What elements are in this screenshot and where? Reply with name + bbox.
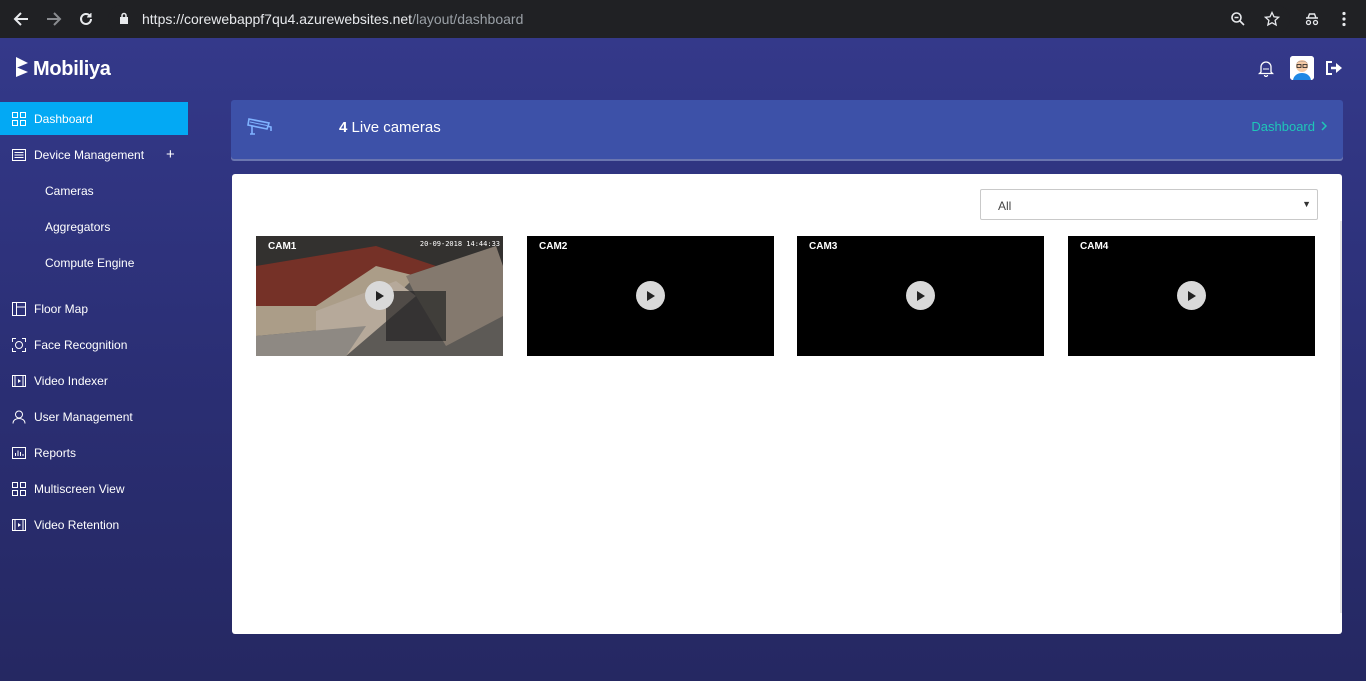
camera-label: CAM4 [1080,241,1109,252]
sidebar-item-user-management[interactable]: User Management [0,400,188,433]
bookmark-star-icon[interactable] [1261,8,1283,30]
sidebar: Dashboard Device Management + Cameras Ag… [0,102,188,544]
scrollbar[interactable] [1340,221,1342,613]
sidebar-item-label: Multiscreen View [34,481,125,496]
sidebar-subitem-aggregators[interactable]: Aggregators [0,210,188,243]
sidebar-item-label: Device Management [34,147,145,162]
sidebar-item-face-recognition[interactable]: Face Recognition [0,328,188,361]
avatar[interactable] [1290,56,1314,80]
sidebar-item-device-management[interactable]: Device Management + [0,138,188,171]
expand-plus-icon[interactable]: + [166,146,175,163]
lock-icon [119,12,129,30]
camera-tile-cam2[interactable]: CAM2 [527,236,774,356]
sidebar-item-floor-map[interactable]: Floor Map [0,292,188,325]
sidebar-subitem-cameras[interactable]: Cameras [0,174,188,207]
sidebar-item-video-indexer[interactable]: Video Indexer [0,364,188,397]
url-text: https://corewebappf7qu4.azurewebsites.ne… [142,11,524,27]
forward-icon[interactable] [43,8,65,30]
app-shell: Mobiliya Dashboard Device Management + C… [0,38,1366,681]
play-icon[interactable] [635,281,665,310]
sidebar-item-multiscreen-view[interactable]: Multiscreen View [0,472,188,505]
bell-icon[interactable] [1254,56,1278,80]
brand-logo[interactable]: Mobiliya [15,56,111,83]
play-icon[interactable] [364,281,394,310]
timestamp: 20-09-2018 14:44:33 [419,240,500,248]
incognito-icon[interactable] [1301,8,1323,30]
camera-tile-cam1[interactable]: 20-09-2018 14:44:33 CAM1 [256,236,503,356]
camera-tile-cam4[interactable]: CAM4 [1068,236,1315,356]
sidebar-subitem-compute-engine[interactable]: Compute Engine [0,246,188,279]
camera-label: CAM3 [809,241,838,252]
security-camera-icon [247,116,275,143]
face-scan-icon [11,337,27,353]
sidebar-item-dashboard[interactable]: Dashboard [0,102,188,135]
play-icon[interactable] [1176,281,1206,310]
sidebar-item-label: Floor Map [34,301,89,316]
camera-label: CAM2 [539,241,568,252]
dropdown-arrow-icon: ▼ [1302,199,1311,209]
sidebar-item-reports[interactable]: Reports [0,436,188,469]
bar-chart-icon [11,445,27,461]
live-cameras-banner: 4 Live cameras Dashboard [231,100,1343,159]
play-icon[interactable] [905,281,935,310]
breadcrumb[interactable]: Dashboard [1251,119,1328,134]
camera-tile-cam3[interactable]: CAM3 [797,236,1044,356]
camera-grid-panel: All ▼ 20-09-2018 14:44:33 CAM1 CAM2 CAM3… [232,174,1342,634]
back-icon[interactable] [10,8,32,30]
user-icon [11,409,27,425]
menu-dots-icon[interactable] [1333,8,1355,30]
zoom-icon[interactable] [1227,8,1249,30]
camera-filter-select[interactable]: All ▼ [980,189,1318,220]
live-camera-count: 4 Live cameras [339,119,441,136]
film-icon [11,373,27,389]
logo-mark-icon [15,56,29,83]
logout-icon[interactable] [1322,56,1346,80]
sidebar-item-label: Reports [34,445,77,460]
sidebar-item-label: Face Recognition [34,337,128,352]
sidebar-item-label: User Management [34,409,133,424]
grid-icon [11,111,27,127]
floormap-icon [11,301,27,317]
browser-toolbar: https://corewebappf7qu4.azurewebsites.ne… [0,0,1366,38]
camera-label: CAM1 [268,241,297,252]
chevron-right-icon [1321,119,1328,134]
reload-icon[interactable] [75,8,97,30]
sidebar-item-video-retention[interactable]: Video Retention [0,508,188,541]
film-icon [11,517,27,533]
list-icon [11,147,27,163]
sidebar-item-label: Dashboard [34,111,93,126]
header-actions [1254,56,1346,80]
address-bar[interactable]: https://corewebappf7qu4.azurewebsites.ne… [108,5,1290,33]
grid-icon [11,481,27,497]
sidebar-item-label: Video Retention [34,517,120,532]
brand-name: Mobiliya [33,58,111,80]
sidebar-item-label: Video Indexer [34,373,108,388]
